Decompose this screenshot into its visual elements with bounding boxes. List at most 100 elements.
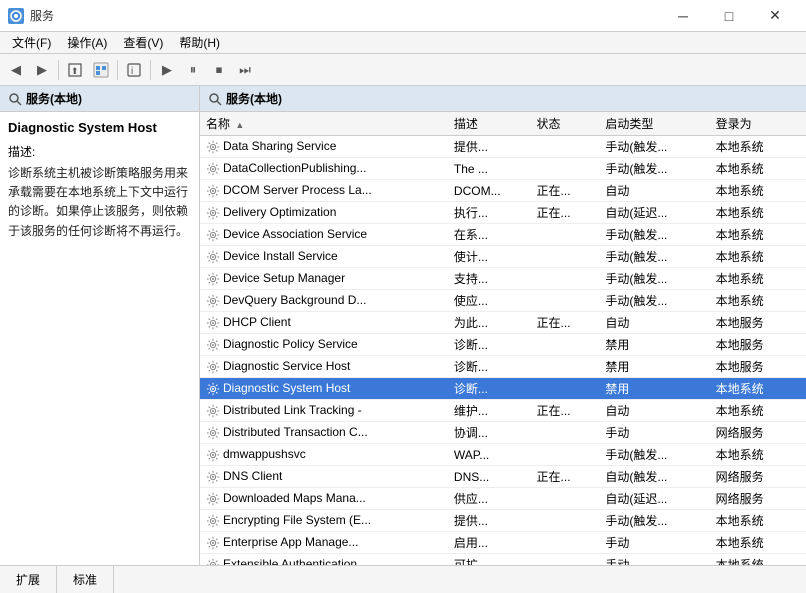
menu-bar: 文件(F) 操作(A) 查看(V) 帮助(H) bbox=[0, 32, 806, 54]
service-desc-cell: 维护... bbox=[448, 400, 531, 422]
service-desc-cell: 供应... bbox=[448, 488, 531, 510]
table-row[interactable]: Device Association Service在系...手动(触发...本… bbox=[200, 224, 806, 246]
table-row[interactable]: Diagnostic System Host诊断...禁用本地系统 bbox=[200, 378, 806, 400]
service-desc-cell: 提供... bbox=[448, 510, 531, 532]
window-controls: ─ □ ✕ bbox=[660, 1, 798, 31]
service-logon-cell: 本地系统 bbox=[710, 246, 806, 268]
table-row[interactable]: Diagnostic Policy Service诊断...禁用本地服务 bbox=[200, 334, 806, 356]
maximize-button[interactable]: □ bbox=[706, 1, 752, 31]
table-row[interactable]: DevQuery Background D...使应...手动(触发...本地系… bbox=[200, 290, 806, 312]
service-icon bbox=[206, 558, 220, 565]
minimize-button[interactable]: ─ bbox=[660, 1, 706, 31]
service-desc-cell: DNS... bbox=[448, 466, 531, 488]
service-desc-cell: 在系... bbox=[448, 224, 531, 246]
service-name-cell: Delivery Optimization bbox=[200, 202, 448, 224]
service-desc-cell: 协调... bbox=[448, 422, 531, 444]
pause-button[interactable]: ⏸ bbox=[181, 58, 205, 82]
restart-button[interactable]: ⏭ bbox=[233, 58, 257, 82]
search-icon-right bbox=[208, 92, 222, 106]
table-row[interactable]: dmwappushsvcWAP...手动(触发...本地系统 bbox=[200, 444, 806, 466]
back-button[interactable]: ◀ bbox=[4, 58, 28, 82]
table-row[interactable]: Distributed Transaction C...协调...手动网络服务 bbox=[200, 422, 806, 444]
col-header-desc[interactable]: 描述 bbox=[448, 112, 531, 136]
service-name-cell: dmwappushsvc bbox=[200, 444, 448, 466]
service-startup-cell: 手动(触发... bbox=[599, 224, 709, 246]
table-row[interactable]: Downloaded Maps Mana...供应...自动(延迟...网络服务 bbox=[200, 488, 806, 510]
up-button[interactable]: ⬆ bbox=[63, 58, 87, 82]
service-logon-cell: 本地系统 bbox=[710, 136, 806, 158]
service-name-cell: Diagnostic System Host bbox=[200, 378, 448, 400]
table-row[interactable]: DNS ClientDNS...正在...自动(触发...网络服务 bbox=[200, 466, 806, 488]
service-icon bbox=[206, 250, 220, 264]
table-row[interactable]: Delivery Optimization执行...正在...自动(延迟...本… bbox=[200, 202, 806, 224]
service-startup-cell: 手动 bbox=[599, 554, 709, 566]
svg-text:⬆: ⬆ bbox=[71, 66, 79, 76]
table-row[interactable]: Encrypting File System (E...提供...手动(触发..… bbox=[200, 510, 806, 532]
properties-button[interactable]: i bbox=[122, 58, 146, 82]
play-button[interactable]: ▶ bbox=[155, 58, 179, 82]
menu-help[interactable]: 帮助(H) bbox=[171, 32, 228, 53]
stop-button[interactable]: ⏹ bbox=[207, 58, 231, 82]
table-row[interactable]: Data Sharing Service提供...手动(触发...本地系统 bbox=[200, 136, 806, 158]
tab-standard[interactable]: 标准 bbox=[57, 566, 114, 593]
service-name-cell: DCOM Server Process La... bbox=[200, 180, 448, 202]
map-button[interactable] bbox=[89, 58, 113, 82]
service-logon-cell: 本地系统 bbox=[710, 554, 806, 566]
service-icon bbox=[206, 404, 220, 418]
service-startup-cell: 自动 bbox=[599, 312, 709, 334]
selected-service-name: Diagnostic System Host bbox=[8, 120, 191, 135]
service-icon bbox=[206, 272, 220, 286]
table-row[interactable]: Device Setup Manager支持...手动(触发...本地系统 bbox=[200, 268, 806, 290]
service-status-cell: 正在... bbox=[531, 202, 600, 224]
service-icon bbox=[206, 316, 220, 330]
service-status-cell bbox=[531, 444, 600, 466]
search-icon-left bbox=[8, 92, 22, 106]
service-startup-cell: 手动(触发... bbox=[599, 510, 709, 532]
service-name-cell: Device Setup Manager bbox=[200, 268, 448, 290]
service-icon bbox=[206, 294, 220, 308]
table-row[interactable]: Extensible Authentication...可扩...手动本地系统 bbox=[200, 554, 806, 566]
service-logon-cell: 本地系统 bbox=[710, 510, 806, 532]
right-panel: 服务(本地) 名称 ▲ 描述 状态 启动类型 登录为 bbox=[200, 86, 806, 565]
table-row[interactable]: Diagnostic Service Host诊断...禁用本地服务 bbox=[200, 356, 806, 378]
service-status-cell bbox=[531, 378, 600, 400]
service-startup-cell: 自动 bbox=[599, 400, 709, 422]
table-row[interactable]: DataCollectionPublishing...The ...手动(触发.… bbox=[200, 158, 806, 180]
tab-extend[interactable]: 扩展 bbox=[0, 566, 57, 593]
service-status-cell bbox=[531, 334, 600, 356]
service-table-container[interactable]: 名称 ▲ 描述 状态 启动类型 登录为 bbox=[200, 112, 806, 565]
col-header-logon[interactable]: 登录为 bbox=[710, 112, 806, 136]
service-desc-cell: 为此... bbox=[448, 312, 531, 334]
table-row[interactable]: Device Install Service使计...手动(触发...本地系统 bbox=[200, 246, 806, 268]
service-logon-cell: 本地系统 bbox=[710, 224, 806, 246]
table-row[interactable]: Distributed Link Tracking -维护...正在...自动本… bbox=[200, 400, 806, 422]
table-row[interactable]: Enterprise App Manage...启用...手动本地系统 bbox=[200, 532, 806, 554]
table-header-row: 名称 ▲ 描述 状态 启动类型 登录为 bbox=[200, 112, 806, 136]
table-row[interactable]: DHCP Client为此...正在...自动本地服务 bbox=[200, 312, 806, 334]
service-status-cell bbox=[531, 532, 600, 554]
col-header-startup[interactable]: 启动类型 bbox=[599, 112, 709, 136]
service-logon-cell: 本地服务 bbox=[710, 334, 806, 356]
menu-action[interactable]: 操作(A) bbox=[59, 32, 115, 53]
col-header-status[interactable]: 状态 bbox=[531, 112, 600, 136]
col-header-name[interactable]: 名称 ▲ bbox=[200, 112, 448, 136]
forward-button[interactable]: ▶ bbox=[30, 58, 54, 82]
service-startup-cell: 手动(触发... bbox=[599, 158, 709, 180]
service-icon bbox=[206, 536, 220, 550]
service-logon-cell: 本地系统 bbox=[710, 532, 806, 554]
service-status-cell: 正在... bbox=[531, 400, 600, 422]
service-status-cell bbox=[531, 422, 600, 444]
service-name-cell: Distributed Transaction C... bbox=[200, 422, 448, 444]
close-button[interactable]: ✕ bbox=[752, 1, 798, 31]
main-container: 服务(本地) Diagnostic System Host 描述: 诊断系统主机… bbox=[0, 86, 806, 565]
service-name-cell: Enterprise App Manage... bbox=[200, 532, 448, 554]
table-row[interactable]: DCOM Server Process La...DCOM...正在...自动本… bbox=[200, 180, 806, 202]
menu-file[interactable]: 文件(F) bbox=[4, 32, 59, 53]
service-startup-cell: 禁用 bbox=[599, 356, 709, 378]
service-icon bbox=[206, 360, 220, 374]
service-startup-cell: 手动(触发... bbox=[599, 290, 709, 312]
service-status-cell bbox=[531, 290, 600, 312]
menu-view[interactable]: 查看(V) bbox=[115, 32, 171, 53]
service-logon-cell: 本地系统 bbox=[710, 180, 806, 202]
status-bar: 扩展 标准 bbox=[0, 565, 806, 593]
